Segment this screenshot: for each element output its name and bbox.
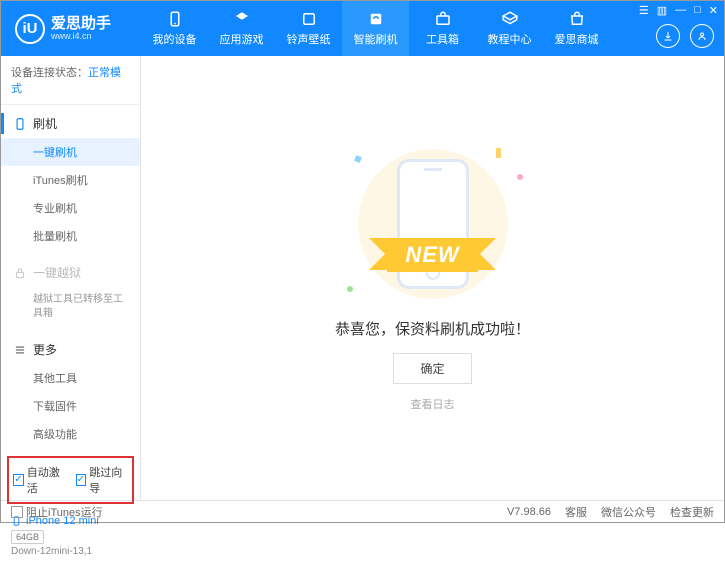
device-identifier: Down-12mini-13,1	[11, 546, 130, 557]
sidebar-section-jailbreak[interactable]: 一键越狱	[1, 258, 140, 287]
sidebar-item-pro-flash[interactable]: 专业刷机	[1, 194, 140, 222]
more-icon	[13, 343, 27, 357]
wallpaper-icon	[300, 10, 318, 28]
sidebar-item-advanced[interactable]: 高级功能	[1, 420, 140, 448]
sidebar: 设备连接状态：正常模式 刷机 一键刷机 iTunes刷机 专业刷机 批量刷机 一…	[1, 56, 141, 500]
checkbox-label: 跳过向导	[89, 464, 128, 496]
section-label: 刷机	[33, 115, 57, 132]
nav-label: 智能刷机	[354, 31, 398, 47]
apps-icon	[233, 10, 251, 28]
checkbox-label: 阻止iTunes运行	[26, 504, 103, 520]
success-message: 恭喜您，保资料刷机成功啦！	[335, 318, 530, 339]
window-controls: ☰ ▥ — □ ✕	[639, 4, 718, 17]
nav-ringtone[interactable]: 铃声壁纸	[275, 1, 342, 56]
checkbox-icon	[11, 506, 23, 518]
phone-icon	[13, 117, 27, 131]
flash-icon	[367, 10, 385, 28]
download-button[interactable]	[656, 24, 680, 48]
sidebar-section-more[interactable]: 更多	[1, 335, 140, 364]
top-nav: 我的设备 应用游戏 铃声壁纸 智能刷机 工具箱 教程中心 爱思商城	[141, 1, 610, 56]
checkbox-skip-guide[interactable]: ✓ 跳过向导	[76, 464, 129, 496]
sidebar-item-download-firmware[interactable]: 下载固件	[1, 392, 140, 420]
nav-apps[interactable]: 应用游戏	[208, 1, 275, 56]
sidebar-section-flash[interactable]: 刷机	[1, 109, 140, 138]
view-log-link[interactable]: 查看日志	[411, 396, 455, 412]
sidebar-item-itunes-flash[interactable]: iTunes刷机	[1, 166, 140, 194]
connection-status: 设备连接状态：正常模式	[1, 56, 140, 105]
nav-label: 铃声壁纸	[287, 31, 331, 47]
store-icon	[568, 10, 586, 28]
version-label: V7.98.66	[507, 506, 551, 518]
logo-icon: iU	[15, 14, 45, 44]
options-box: ✓ 自动激活 ✓ 跳过向导	[7, 456, 134, 504]
logo-area: iU 爱思助手 www.i4.cn	[1, 14, 141, 44]
minimize-icon[interactable]: —	[675, 4, 686, 17]
checkbox-block-itunes[interactable]: 阻止iTunes运行	[11, 504, 103, 520]
checkbox-auto-activate[interactable]: ✓ 自动激活	[13, 464, 66, 496]
nav-label: 应用游戏	[220, 31, 264, 47]
account-button[interactable]	[690, 24, 714, 48]
check-update-link[interactable]: 检查更新	[670, 504, 714, 520]
checkbox-icon: ✓	[76, 474, 87, 486]
app-url: www.i4.cn	[51, 32, 111, 41]
ok-button[interactable]: 确定	[393, 353, 471, 384]
nav-my-device[interactable]: 我的设备	[141, 1, 208, 56]
skin-icon[interactable]: ▥	[657, 4, 667, 17]
toolbox-icon	[434, 10, 452, 28]
nav-label: 工具箱	[426, 31, 459, 47]
new-ribbon: NEW	[387, 238, 477, 272]
nav-label: 我的设备	[153, 31, 197, 47]
checkbox-label: 自动激活	[27, 464, 66, 496]
success-illustration: NEW	[333, 144, 533, 304]
tutorial-icon	[501, 10, 519, 28]
header-actions	[656, 24, 714, 48]
nav-label: 教程中心	[488, 31, 532, 47]
nav-flash[interactable]: 智能刷机	[342, 1, 409, 56]
sidebar-item-other-tools[interactable]: 其他工具	[1, 364, 140, 392]
nav-label: 爱思商城	[555, 31, 599, 47]
app-name: 爱思助手	[51, 16, 111, 33]
jailbreak-note: 越狱工具已转移至工具箱	[1, 287, 140, 327]
section-label: 一键越狱	[33, 264, 81, 281]
nav-store[interactable]: 爱思商城	[543, 1, 610, 56]
sidebar-item-batch-flash[interactable]: 批量刷机	[1, 222, 140, 250]
phone-icon	[166, 10, 184, 28]
wechat-link[interactable]: 微信公众号	[601, 504, 656, 520]
conn-label: 设备连接状态：	[11, 67, 88, 79]
nav-tutorial[interactable]: 教程中心	[476, 1, 543, 56]
main-content: NEW 恭喜您，保资料刷机成功啦！ 确定 查看日志	[141, 56, 724, 500]
support-link[interactable]: 客服	[565, 504, 587, 520]
section-label: 更多	[33, 341, 57, 358]
maximize-icon[interactable]: □	[694, 4, 701, 17]
sidebar-item-oneclick-flash[interactable]: 一键刷机	[1, 138, 140, 166]
lock-icon	[13, 266, 27, 280]
nav-toolbox[interactable]: 工具箱	[409, 1, 476, 56]
device-storage: 64GB	[11, 530, 44, 544]
app-header: iU 爱思助手 www.i4.cn 我的设备 应用游戏 铃声壁纸 智能刷机 工具…	[1, 1, 724, 56]
menu-icon[interactable]: ☰	[639, 4, 649, 17]
checkbox-icon: ✓	[13, 474, 24, 486]
close-icon[interactable]: ✕	[709, 4, 718, 17]
